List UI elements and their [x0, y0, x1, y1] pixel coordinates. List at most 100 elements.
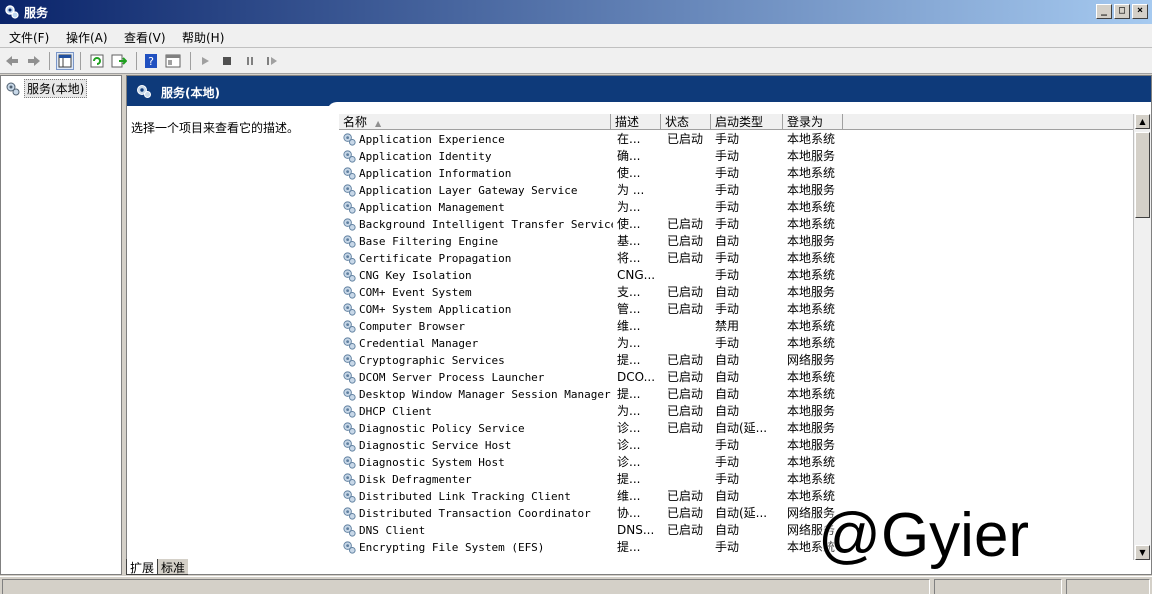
cell-startup-type: 手动: [715, 455, 740, 469]
cell-startup-type: 自动(延...: [715, 421, 768, 435]
refresh-icon[interactable]: [88, 52, 106, 70]
table-row[interactable]: Application Information 使... 手动 本地系统: [339, 165, 1135, 182]
cell-status: 已启动: [667, 251, 704, 265]
tab-extended[interactable]: 扩展: [126, 559, 158, 575]
table-row[interactable]: Base Filtering Engine 基... 已启动 自动 本地服务: [339, 233, 1135, 250]
scroll-down-button[interactable]: ▼: [1135, 545, 1150, 560]
help-icon[interactable]: ?: [142, 52, 160, 70]
cell-status: 已启动: [667, 285, 704, 299]
cell-startup-type: 手动: [715, 302, 740, 316]
cell-status: [667, 335, 713, 352]
menu-view[interactable]: 查看(V): [124, 29, 166, 46]
show-hide-tree-icon[interactable]: [56, 52, 74, 70]
cell-status: [667, 437, 713, 454]
menu-action[interactable]: 操作(A): [66, 29, 108, 46]
table-row[interactable]: Credential Manager 为... 手动 本地系统: [339, 335, 1135, 352]
service-gear-icon: [343, 201, 356, 214]
column-header-status[interactable]: 状态: [661, 114, 711, 130]
list-header: 名称 ▲ 描述 状态 启动类型 登录为: [339, 114, 1135, 130]
forward-icon[interactable]: [25, 52, 43, 70]
cell-name: Application Layer Gateway Service: [359, 184, 578, 197]
gear-icon: [5, 5, 19, 19]
back-icon[interactable]: [3, 52, 21, 70]
cell-description: CNG...: [617, 268, 656, 282]
service-gear-icon: [343, 354, 356, 367]
cell-name: COM+ Event System: [359, 286, 472, 299]
table-row[interactable]: COM+ System Application 管... 已启动 手动 本地系统: [339, 301, 1135, 318]
export-list-icon[interactable]: [110, 52, 128, 70]
column-header-log-on-as[interactable]: 登录为: [783, 114, 843, 130]
window-title: 服务: [24, 6, 49, 20]
table-row[interactable]: COM+ Event System 支... 已启动 自动 本地服务: [339, 284, 1135, 301]
service-gear-icon: [343, 371, 356, 384]
minimize-button[interactable]: _: [1096, 4, 1112, 19]
stop-service-icon[interactable]: [218, 52, 236, 70]
vertical-scrollbar[interactable]: ▲ ▼: [1133, 114, 1151, 560]
scroll-up-button[interactable]: ▲: [1135, 114, 1150, 129]
pause-service-icon[interactable]: [241, 52, 259, 70]
table-row[interactable]: DCOM Server Process Launcher DCO... 已启动 自动 本…: [339, 369, 1135, 386]
tree-item-services-local[interactable]: 服务(本地): [5, 79, 88, 98]
tab-standard[interactable]: 标准: [157, 559, 189, 575]
cell-name: Distributed Link Tracking Client: [359, 490, 571, 503]
cell-log-on-as: 本地系统: [787, 336, 836, 350]
table-row[interactable]: Background Intelligent Transfer Service 使…: [339, 216, 1135, 233]
cell-log-on-as: 本地系统: [787, 319, 836, 333]
table-row[interactable]: Application Management 为... 手动 本地系统: [339, 199, 1135, 216]
maximize-button[interactable]: □: [1114, 4, 1130, 19]
status-bar: [0, 576, 1152, 594]
cell-startup-type: 自动: [715, 285, 740, 299]
cell-startup-type: 手动: [715, 200, 740, 214]
cell-startup-type: 手动: [715, 438, 740, 452]
cell-startup-type: 自动: [715, 234, 740, 248]
cell-status: 已启动: [667, 302, 704, 316]
cell-description: 将...: [617, 251, 641, 265]
table-row[interactable]: Desktop Window Manager Session Manager 提.…: [339, 386, 1135, 403]
column-header-startup-type[interactable]: 启动类型: [711, 114, 783, 130]
watermark: @Gyier: [818, 501, 1030, 570]
cell-description: 诊...: [617, 455, 641, 469]
cell-name: Certificate Propagation: [359, 252, 512, 265]
table-row[interactable]: Computer Browser 维... 禁用 本地系统: [339, 318, 1135, 335]
scroll-thumb[interactable]: [1135, 132, 1150, 218]
table-row[interactable]: Diagnostic System Host 诊... 手动 本地系统: [339, 454, 1135, 471]
table-row[interactable]: Application Experience 在... 已启动 手动 本地系统: [339, 131, 1135, 148]
table-row[interactable]: CNG Key Isolation CNG... 手动 本地系统: [339, 267, 1135, 284]
table-row[interactable]: DHCP Client 为... 已启动 自动 本地服务: [339, 403, 1135, 420]
table-row[interactable]: Diagnostic Service Host 诊... 手动 本地服务: [339, 437, 1135, 454]
table-row[interactable]: Diagnostic Policy Service 诊... 已启动 自动(延... 本…: [339, 420, 1135, 437]
cell-log-on-as: 本地系统: [787, 166, 836, 180]
cell-status: 已启动: [667, 217, 704, 231]
cell-startup-type: 手动: [715, 336, 740, 350]
tree-item-label: 服务(本地): [24, 79, 88, 98]
cell-startup-type: 自动: [715, 370, 740, 384]
restart-service-icon[interactable]: [263, 52, 281, 70]
cell-name: DNS Client: [359, 524, 426, 537]
gear-icon: [6, 82, 20, 95]
column-header-description[interactable]: 描述: [611, 114, 661, 130]
column-header-name[interactable]: 名称 ▲: [339, 114, 611, 130]
table-row[interactable]: Application Identity 确... 手动 本地服务: [339, 148, 1135, 165]
menu-file[interactable]: 文件(F): [9, 29, 49, 46]
start-service-icon[interactable]: [196, 52, 214, 70]
cell-name: Credential Manager: [359, 337, 479, 350]
menu-help[interactable]: 帮助(H): [182, 29, 224, 46]
cell-status: [667, 199, 713, 216]
close-button[interactable]: ×: [1132, 4, 1148, 19]
cell-status: [667, 539, 713, 556]
table-row[interactable]: Disk Defragmenter 提... 手动 本地系统: [339, 471, 1135, 488]
cell-description: 提...: [617, 387, 641, 401]
table-row[interactable]: Cryptographic Services 提... 已启动 自动 网络服务: [339, 352, 1135, 369]
cell-log-on-as: 本地服务: [787, 404, 836, 418]
cell-name: Application Information: [359, 167, 512, 180]
details-title: 服务(本地): [161, 86, 220, 100]
cell-description: 诊...: [617, 438, 641, 452]
cell-startup-type: 手动: [715, 540, 740, 554]
table-row[interactable]: Application Layer Gateway Service 为 ... 手动…: [339, 182, 1135, 199]
service-gear-icon: [343, 133, 356, 146]
services-list[interactable]: 名称 ▲ 描述 状态 启动类型 登录为 Application Experienc…: [339, 114, 1151, 560]
table-row[interactable]: Certificate Propagation 将... 已启动 手动 本地系统: [339, 250, 1135, 267]
service-gear-icon: [343, 541, 356, 554]
properties-icon[interactable]: [164, 52, 182, 70]
cell-status: [667, 318, 713, 335]
